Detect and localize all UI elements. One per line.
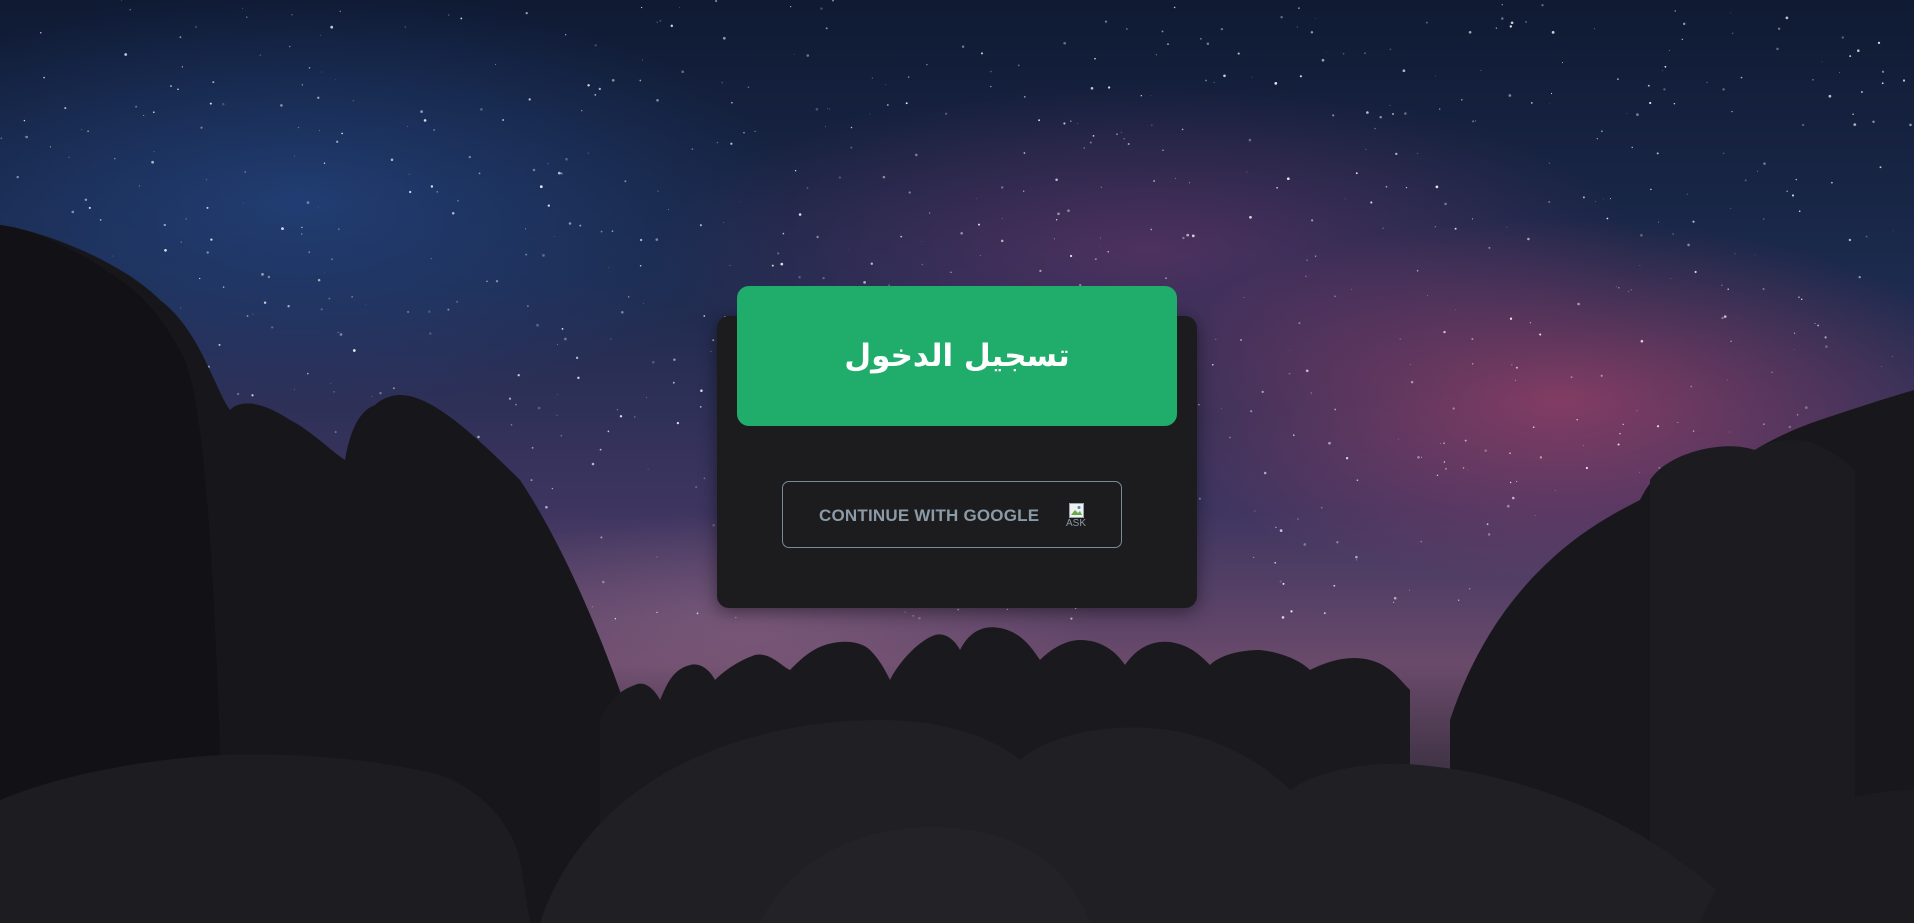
- login-title: تسجيل الدخول: [844, 338, 1070, 374]
- google-button-label: CONTINUE WITH GOOGLE: [819, 506, 1040, 525]
- login-card-header: تسجيل الدخول: [737, 286, 1177, 426]
- broken-image-icon: ASK: [1066, 501, 1092, 529]
- google-icon-alt-text: ASK: [1066, 518, 1087, 529]
- continue-with-google-button[interactable]: CONTINUE WITH GOOGLE ASK: [782, 481, 1122, 548]
